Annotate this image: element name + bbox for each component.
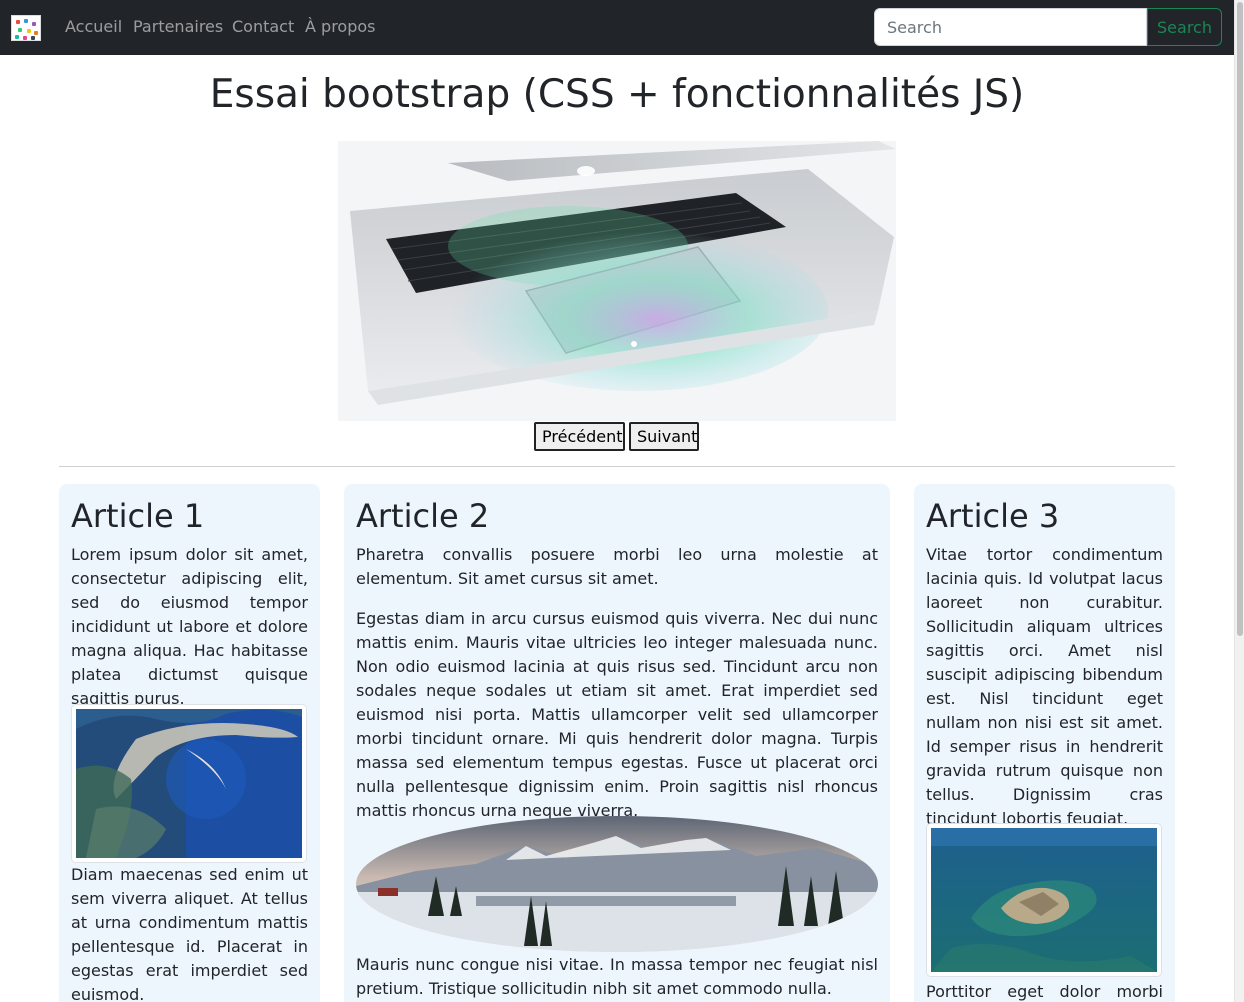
carousel-next-button[interactable]: Suivant <box>629 422 699 451</box>
nav-link-partenaires[interactable]: Partenaires <box>133 16 223 38</box>
article-1: Article 1 Lorem ipsum dolor sit amet, co… <box>59 484 320 1002</box>
article-paragraph: Lorem ipsum dolor sit amet, consectetur … <box>71 545 308 708</box>
article-3: Article 3 Vitae tortor condimentum lacin… <box>914 484 1175 1002</box>
article-paragraph: Egestas diam in arcu cursus euismod quis… <box>356 609 878 820</box>
nav-link-a-propos[interactable]: À propos <box>305 16 375 38</box>
article-title: Article 3 <box>926 497 1060 535</box>
nav-link-contact[interactable]: Contact <box>232 16 294 38</box>
brand-logo-icon[interactable] <box>11 15 41 41</box>
article-paragraph: Mauris nunc congue nisi vitae. In massa … <box>356 955 878 998</box>
article-title: Article 1 <box>71 497 205 535</box>
article-1-image <box>71 704 307 863</box>
page-title: Essai bootstrap (CSS + fonctionnalités J… <box>209 72 1025 117</box>
article-paragraph: Pharetra convallis posuere morbi leo urn… <box>356 545 878 588</box>
article-paragraph: Vitae tortor condimentum lacinia quis. I… <box>926 545 1163 828</box>
article-3-image <box>926 823 1162 977</box>
article-paragraph: Porttitor eget dolor morbi non <box>926 982 1163 1001</box>
carousel-laptop-image <box>338 141 896 421</box>
article-paragraph: Diam maecenas sed enim ut sem viverra al… <box>71 865 308 1002</box>
article-2-panorama-image <box>356 816 878 952</box>
nav-link-accueil[interactable]: Accueil <box>65 16 122 38</box>
page-scrollbar[interactable] <box>1234 0 1244 1002</box>
scrollbar-thumb[interactable] <box>1237 2 1243 636</box>
article-2: Article 2 Pharetra convallis posuere mor… <box>344 484 890 1002</box>
navbar: Accueil Partenaires Contact À propos Sea… <box>0 0 1234 55</box>
article-title: Article 2 <box>356 497 490 535</box>
search-input[interactable] <box>874 8 1147 46</box>
search-button[interactable]: Search <box>1147 8 1222 46</box>
section-divider <box>59 466 1175 467</box>
carousel-prev-button[interactable]: Précédent <box>534 422 625 451</box>
